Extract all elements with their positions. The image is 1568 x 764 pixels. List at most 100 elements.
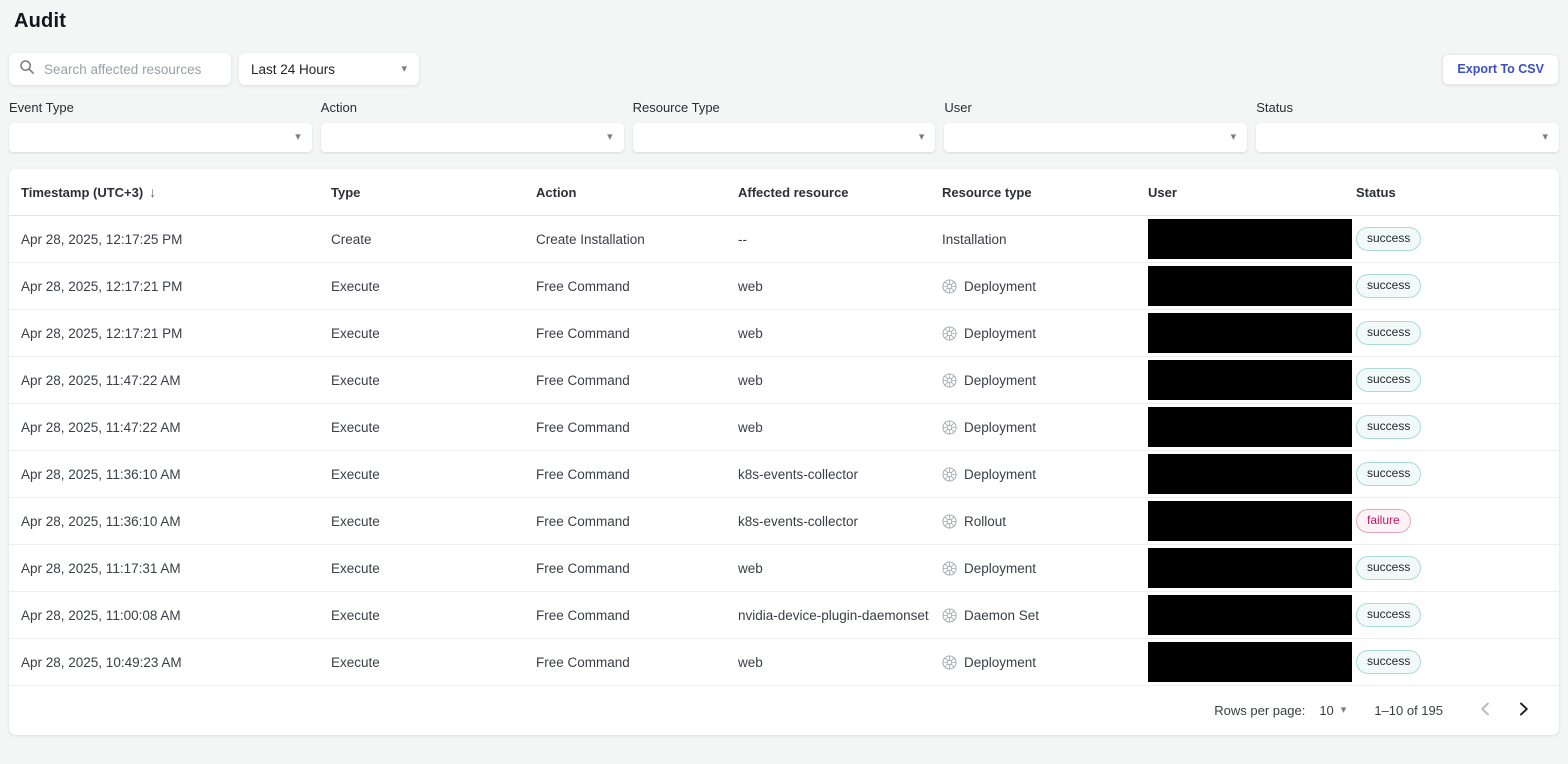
cell-timestamp: Apr 28, 2025, 11:00:08 AM xyxy=(21,607,181,623)
sort-desc-icon[interactable]: ↓ xyxy=(149,184,156,200)
status-badge: failure xyxy=(1356,509,1411,533)
cell-status: success xyxy=(1356,415,1559,439)
export-csv-button[interactable]: Export To CSV xyxy=(1442,53,1559,85)
chevron-down-icon: ▾ xyxy=(401,62,407,75)
resource-type-label: Rollout xyxy=(964,513,1007,529)
filter-label: Action xyxy=(320,100,357,115)
cell-action: Free Command xyxy=(536,607,630,623)
cell-resource-type: Deployment xyxy=(942,561,1148,576)
resource-type-label: Deployment xyxy=(964,466,1037,482)
table-row[interactable]: Apr 28, 2025, 10:49:23 AM Execute Free C… xyxy=(9,639,1559,686)
cell-action: Free Command xyxy=(536,560,630,576)
filter-label: Resource Type xyxy=(632,100,720,115)
cell-status: success xyxy=(1356,321,1559,345)
resource-type-label: Deployment xyxy=(964,372,1037,388)
status-badge: success xyxy=(1356,462,1422,486)
cell-timestamp: Apr 28, 2025, 11:47:22 AM xyxy=(21,372,181,388)
cell-resource-type: Deployment xyxy=(942,467,1148,482)
time-range-select[interactable]: Last 24 Hours ▾ xyxy=(239,53,419,85)
previous-page-button[interactable] xyxy=(1471,698,1497,724)
col-status: Status xyxy=(1356,184,1396,200)
action-select[interactable]: ▾ xyxy=(320,123,624,152)
toolbar: Last 24 Hours ▾ Export To CSV xyxy=(9,53,1559,85)
cell-resource-type: Deployment xyxy=(942,373,1148,388)
table-row[interactable]: Apr 28, 2025, 12:17:21 PM Execute Free C… xyxy=(9,310,1559,357)
filter-event-type: Event Type ▾ xyxy=(9,100,312,152)
status-badge: success xyxy=(1356,603,1422,627)
search-box[interactable] xyxy=(9,53,231,85)
cell-timestamp: Apr 28, 2025, 12:17:21 PM xyxy=(21,278,183,294)
cell-status: success xyxy=(1356,368,1559,392)
cell-user xyxy=(1148,639,1356,685)
cell-affected-resource: web xyxy=(738,325,763,341)
cell-action: Free Command xyxy=(536,513,630,529)
redacted-user xyxy=(1148,360,1352,400)
cell-timestamp: Apr 28, 2025, 12:17:25 PM xyxy=(21,231,183,247)
status-badge: success xyxy=(1356,650,1422,674)
cell-timestamp: Apr 28, 2025, 11:36:10 AM xyxy=(21,513,181,529)
cell-affected-resource: nvidia-device-plugin-daemonset xyxy=(738,607,929,623)
chevron-down-icon: ▾ xyxy=(1542,131,1548,143)
redacted-user xyxy=(1148,407,1352,447)
rows-per-page-select[interactable]: 10 ▾ xyxy=(1319,703,1346,718)
cell-user xyxy=(1148,263,1356,309)
cell-resource-type: Deployment xyxy=(942,655,1148,670)
table-row[interactable]: Apr 28, 2025, 11:00:08 AM Execute Free C… xyxy=(9,592,1559,639)
filter-bar: Event Type ▾ Action ▾ Resource Type ▾ Us… xyxy=(9,100,1559,152)
table-row[interactable]: Apr 28, 2025, 11:17:31 AM Execute Free C… xyxy=(9,545,1559,592)
chevron-down-icon: ▾ xyxy=(1230,131,1237,143)
redacted-user xyxy=(1148,313,1352,353)
user-select[interactable]: ▾ xyxy=(944,123,1248,152)
table-row[interactable]: Apr 28, 2025, 11:36:10 AM Execute Free C… xyxy=(9,498,1559,545)
table-row[interactable]: Apr 28, 2025, 11:47:22 AM Execute Free C… xyxy=(9,357,1559,404)
page-title: Audit xyxy=(14,10,67,32)
cell-type: Execute xyxy=(331,372,380,388)
event-type-select[interactable]: ▾ xyxy=(9,123,312,152)
cell-timestamp: Apr 28, 2025, 11:17:31 AM xyxy=(21,560,181,576)
rows-per-page-label: Rows per page: xyxy=(1214,703,1306,718)
cell-status: success xyxy=(1356,274,1559,298)
cell-action: Free Command xyxy=(536,325,630,341)
cell-type: Execute xyxy=(331,607,380,623)
kubernetes-resource-icon xyxy=(942,560,957,576)
cell-user xyxy=(1148,404,1356,450)
cell-resource-type: Deployment xyxy=(942,420,1148,435)
cell-action: Free Command xyxy=(536,419,630,435)
redacted-user xyxy=(1148,454,1352,494)
table-body: Apr 28, 2025, 12:17:25 PM Create Create … xyxy=(9,216,1559,686)
cell-status: success xyxy=(1356,462,1559,486)
status-badge: success xyxy=(1356,368,1422,392)
cell-timestamp: Apr 28, 2025, 10:49:23 AM xyxy=(21,654,182,670)
status-badge: success xyxy=(1356,274,1422,298)
table-row[interactable]: Apr 28, 2025, 11:36:10 AM Execute Free C… xyxy=(9,451,1559,498)
audit-table: Timestamp (UTC+3) ↓ Type Action Affected… xyxy=(9,169,1559,735)
cell-resource-type: Deployment xyxy=(942,279,1148,294)
cell-resource-type: Daemon Set xyxy=(942,608,1148,623)
col-user: User xyxy=(1148,184,1177,200)
redacted-user xyxy=(1148,501,1352,541)
cell-action: Free Command xyxy=(536,278,630,294)
kubernetes-resource-icon xyxy=(942,325,957,341)
resource-type-label: Daemon Set xyxy=(964,607,1040,623)
cell-affected-resource: -- xyxy=(738,231,747,247)
resource-type-label: Deployment xyxy=(964,325,1037,341)
cell-type: Execute xyxy=(331,513,380,529)
cell-affected-resource: web xyxy=(738,419,763,435)
kubernetes-resource-icon xyxy=(942,513,957,529)
table-row[interactable]: Apr 28, 2025, 12:17:21 PM Execute Free C… xyxy=(9,263,1559,310)
next-page-button[interactable] xyxy=(1511,698,1537,724)
col-timestamp[interactable]: Timestamp (UTC+3) ↓ xyxy=(21,184,331,200)
chevron-down-icon: ▾ xyxy=(918,131,925,143)
table-row[interactable]: Apr 28, 2025, 12:17:25 PM Create Create … xyxy=(9,216,1559,263)
resource-type-select[interactable]: ▾ xyxy=(632,123,936,152)
table-row[interactable]: Apr 28, 2025, 11:47:22 AM Execute Free C… xyxy=(9,404,1559,451)
cell-type: Execute xyxy=(331,466,380,482)
kubernetes-resource-icon xyxy=(942,372,957,388)
search-input[interactable] xyxy=(44,61,221,77)
resource-type-label: Deployment xyxy=(964,278,1037,294)
cell-type: Execute xyxy=(331,654,380,670)
cell-user xyxy=(1148,545,1356,591)
kubernetes-resource-icon xyxy=(942,607,957,623)
status-select[interactable]: ▾ xyxy=(1256,123,1559,152)
cell-affected-resource: k8s-events-collector xyxy=(738,466,859,482)
